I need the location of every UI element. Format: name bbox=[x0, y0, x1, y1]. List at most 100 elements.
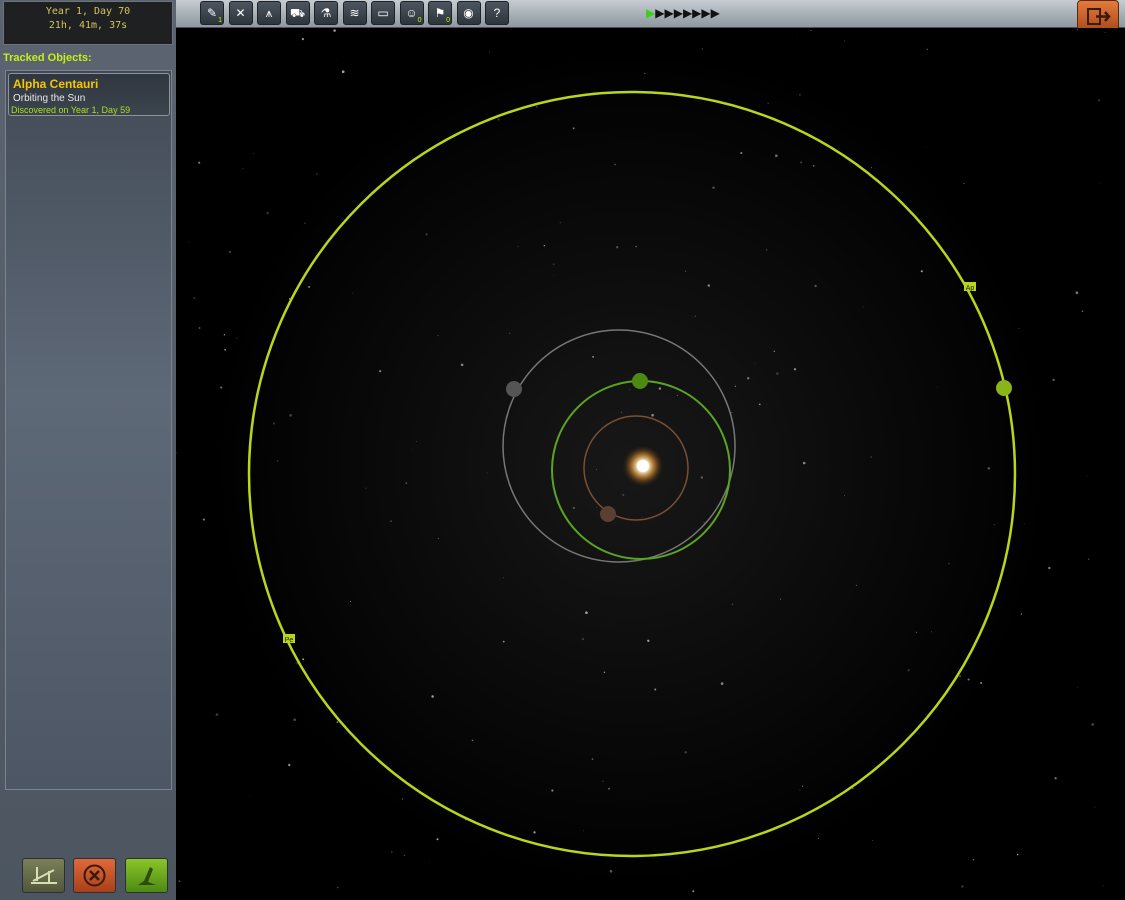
star bbox=[765, 249, 768, 251]
star bbox=[341, 70, 345, 74]
star bbox=[236, 337, 238, 339]
stop-tracking-button[interactable] bbox=[73, 858, 116, 893]
star bbox=[572, 506, 575, 509]
star bbox=[405, 482, 408, 485]
star bbox=[436, 838, 439, 841]
star bbox=[352, 292, 354, 294]
time-warp-arrow[interactable]: ▶ bbox=[664, 6, 673, 20]
star bbox=[1075, 291, 1079, 294]
star bbox=[401, 798, 404, 800]
star bbox=[293, 718, 296, 721]
science-flask-icon: ⚗ bbox=[320, 6, 332, 20]
star bbox=[460, 363, 464, 367]
filter-count: 0 bbox=[417, 17, 422, 24]
star bbox=[987, 467, 990, 470]
star bbox=[707, 284, 710, 287]
tracked-object-status: Orbiting the Sun bbox=[13, 93, 86, 104]
top-toolbar: ✎ 1 ✕ ⩚ ⛟ ⚗ ≋ ▭ ☺ 0 ⚑ 0 ◉? ▶▶▶▶▶▶▶▶ bbox=[176, 0, 1125, 28]
star bbox=[437, 538, 439, 539]
science-flask-filter-button[interactable]: ⚗ bbox=[314, 1, 338, 25]
star bbox=[793, 368, 797, 371]
star bbox=[767, 102, 769, 105]
star bbox=[701, 48, 703, 50]
time-warp-arrow[interactable]: ▶ bbox=[674, 6, 683, 20]
track-object-button[interactable] bbox=[125, 858, 168, 893]
help-filter-button[interactable]: ? bbox=[485, 1, 509, 25]
tracked-object-marker[interactable] bbox=[996, 380, 1012, 396]
star bbox=[581, 637, 585, 641]
star bbox=[863, 306, 865, 308]
tracked-objects-list[interactable]: Alpha Centauri Orbiting the Sun Discover… bbox=[5, 70, 172, 790]
probe-filter-button[interactable]: ✎ 1 bbox=[200, 1, 224, 25]
star bbox=[592, 356, 594, 358]
star bbox=[596, 506, 597, 508]
star bbox=[198, 327, 201, 329]
lander-filter-button[interactable]: ⩚ bbox=[257, 1, 281, 25]
star bbox=[301, 37, 305, 41]
map-canvas[interactable]: Ap Pe bbox=[176, 28, 1125, 900]
star bbox=[517, 245, 519, 248]
time-warp-arrow[interactable]: ▶ bbox=[711, 6, 720, 20]
star bbox=[1076, 28, 1079, 31]
star bbox=[431, 695, 434, 698]
star bbox=[302, 658, 305, 661]
star bbox=[390, 520, 393, 523]
star bbox=[775, 154, 778, 157]
eva-kerbal-filter-button[interactable]: ☺ 0 bbox=[399, 1, 424, 25]
star bbox=[596, 469, 597, 470]
tracked-object-name: Alpha Centauri bbox=[13, 77, 99, 91]
star bbox=[799, 93, 801, 96]
star bbox=[871, 840, 873, 841]
tracked-object-card[interactable]: Alpha Centauri Orbiting the Sun Discover… bbox=[8, 73, 170, 116]
star bbox=[335, 60, 337, 61]
inner-planet[interactable] bbox=[600, 506, 616, 522]
star bbox=[907, 669, 910, 672]
time-warp-arrow[interactable]: ▶ bbox=[701, 6, 710, 20]
star bbox=[224, 348, 226, 351]
star bbox=[253, 152, 254, 154]
filter-count: 0 bbox=[446, 17, 450, 24]
star bbox=[948, 562, 950, 565]
game-date: Year 1, Day 70 bbox=[45, 6, 131, 17]
star bbox=[502, 640, 505, 643]
bus-filter-button[interactable]: ▭ bbox=[371, 1, 395, 25]
star bbox=[603, 671, 606, 673]
star bbox=[188, 241, 190, 243]
star bbox=[572, 127, 575, 130]
star bbox=[620, 411, 623, 414]
grey-body[interactable] bbox=[506, 381, 522, 397]
apoapsis-marker[interactable]: Ap bbox=[964, 282, 976, 292]
star bbox=[471, 739, 474, 742]
time-warp-arrow[interactable]: ▶ bbox=[683, 6, 692, 20]
star bbox=[585, 611, 588, 615]
star bbox=[758, 403, 761, 406]
star bbox=[365, 487, 367, 489]
station-filter-button[interactable]: ≋ bbox=[342, 1, 367, 25]
tracking-panel: Year 1, Day 70 21h, 41m, 37s Tracked Obj… bbox=[0, 0, 177, 900]
star bbox=[609, 870, 613, 873]
asteroid-filter-button[interactable]: ◉ bbox=[456, 1, 481, 25]
periapsis-marker[interactable]: Pe bbox=[283, 634, 295, 644]
star bbox=[622, 493, 625, 497]
time-warp-indicator[interactable]: ▶▶▶▶▶▶▶▶ bbox=[646, 6, 720, 20]
star bbox=[1077, 686, 1079, 688]
star bbox=[308, 285, 311, 289]
star bbox=[533, 831, 536, 834]
tracked-objects-title: Tracked Objects: bbox=[3, 52, 92, 64]
star bbox=[248, 795, 250, 797]
rover-filter-button[interactable]: ⛟ bbox=[285, 1, 310, 25]
star bbox=[559, 221, 562, 224]
flag-filter-button[interactable]: ⚑ 0 bbox=[428, 1, 452, 25]
tracking-station-map[interactable]: Ap Pe bbox=[176, 28, 1125, 900]
star bbox=[644, 72, 646, 75]
star bbox=[920, 270, 923, 273]
star bbox=[773, 350, 775, 352]
home-planet[interactable] bbox=[632, 373, 648, 389]
star bbox=[814, 284, 817, 288]
star bbox=[288, 763, 291, 767]
debris-filter-button[interactable]: ✕ bbox=[228, 1, 253, 25]
recover-button[interactable] bbox=[22, 858, 65, 893]
star bbox=[486, 472, 488, 474]
star bbox=[242, 168, 244, 170]
time-warp-arrow[interactable]: ▶ bbox=[646, 6, 655, 20]
